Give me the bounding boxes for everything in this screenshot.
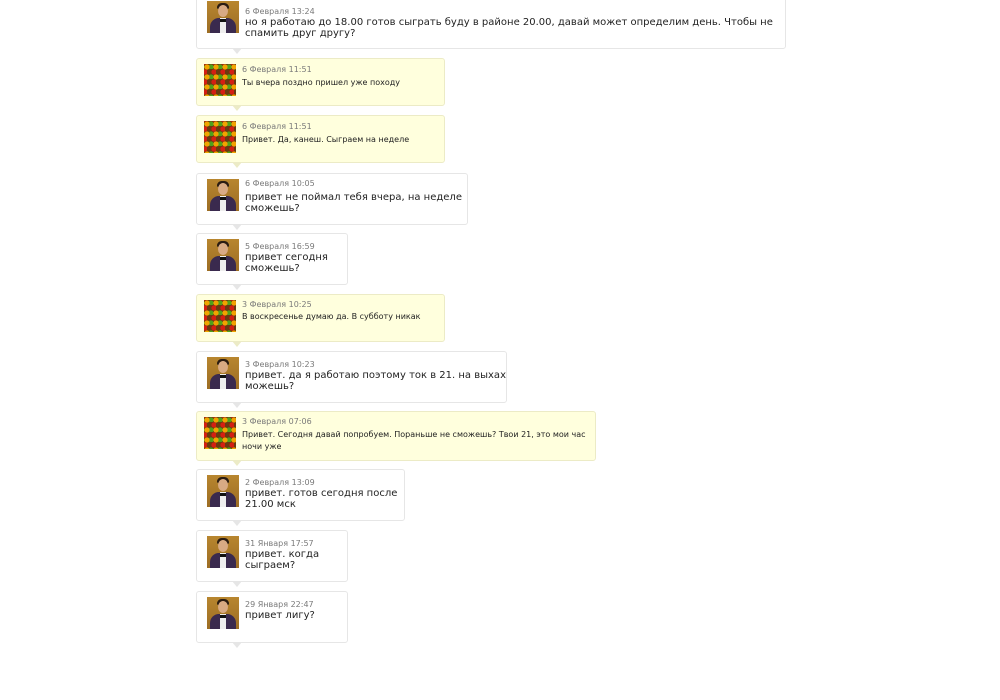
avatar[interactable] [204, 121, 236, 153]
message-text-line: привет не поймал тебя вчера, на неделе [245, 192, 462, 203]
message-item: 3 Февраля 07:06 Привет. Сегодня давай по… [196, 411, 596, 466]
message-text-line: Ты вчера поздно пришел уже походу [242, 78, 401, 87]
message-item: 3 Февраля 10:23 привет. да я работаю поэ… [196, 351, 507, 408]
message-text-line: привет. готов сегодня после [245, 488, 398, 499]
message-text-line: привет сегодня [245, 252, 328, 263]
message-item: 3 Февраля 10:25 В воскресенье думаю да. … [196, 294, 445, 347]
avatar[interactable] [207, 475, 239, 507]
avatar[interactable] [204, 417, 236, 449]
avatar[interactable] [204, 300, 236, 332]
message-item: 6 Февраля 11:51 Ты вчера поздно пришел у… [196, 58, 445, 111]
message-timestamp: 3 Февраля 10:23 [245, 360, 315, 369]
message-timestamp: 6 Февраля 11:51 [242, 65, 312, 74]
message-timestamp: 6 Февраля 11:51 [242, 122, 312, 131]
message-text-line: привет. когда [245, 549, 320, 560]
message-timestamp: 6 Февраля 13:24 [245, 7, 315, 16]
message-timestamp: 31 Января 17:57 [245, 539, 314, 548]
message-item: 31 Января 17:57 привет. когда сыграем? [196, 530, 348, 587]
message-item: 6 Февраля 11:51 Привет. Да, канеш. Сыгра… [196, 115, 445, 168]
message-timestamp: 2 Февраля 13:09 [245, 478, 315, 487]
message-item: 2 Февраля 13:09 привет. готов сегодня по… [196, 469, 405, 526]
message-item: 6 Февраля 13:24 но я работаю до 18.00 го… [196, 0, 786, 54]
message-text-line: спамить друг другу? [245, 28, 356, 39]
message-text-line: Привет. Сегодня давай попробуем. Пораньш… [242, 430, 586, 439]
message-timestamp: 5 Февраля 16:59 [245, 242, 315, 251]
message-text-line: В воскресенье думаю да. В субботу никак [242, 312, 421, 321]
avatar[interactable] [207, 239, 239, 271]
message-timestamp: 3 Февраля 07:06 [242, 417, 312, 426]
message-text-line: можешь? [245, 381, 295, 392]
avatar[interactable] [204, 64, 236, 96]
avatar[interactable] [207, 1, 239, 33]
message-text-line: ночи уже [242, 442, 282, 451]
message-item: 6 Февраля 10:05 привет не поймал тебя вч… [196, 173, 468, 230]
message-text-line: сыграем? [245, 560, 296, 571]
message-text-line: сможешь? [245, 203, 300, 214]
message-thread: 6 Февраля 13:24 но я работаю до 18.00 го… [0, 0, 1000, 700]
message-text-line: но я работаю до 18.00 готов сыграть буду… [245, 17, 773, 28]
message-text-line: привет лигу? [245, 610, 315, 621]
avatar[interactable] [207, 597, 239, 629]
avatar[interactable] [207, 536, 239, 568]
message-item: 29 Января 22:47 привет лигу? [196, 591, 348, 648]
message-timestamp: 3 Февраля 10:25 [242, 300, 312, 309]
message-timestamp: 6 Февраля 10:05 [245, 179, 315, 188]
message-text-line: Привет. Да, канеш. Сыграем на неделе [242, 135, 410, 144]
message-text-line: сможешь? [245, 263, 300, 274]
avatar[interactable] [207, 357, 239, 389]
avatar[interactable] [207, 179, 239, 211]
message-item: 5 Февраля 16:59 привет сегодня сможешь? [196, 233, 348, 290]
message-text-line: 21.00 мск [245, 499, 296, 510]
message-text-line: привет. да я работаю поэтому ток в 21. н… [245, 370, 506, 381]
message-timestamp: 29 Января 22:47 [245, 600, 314, 609]
